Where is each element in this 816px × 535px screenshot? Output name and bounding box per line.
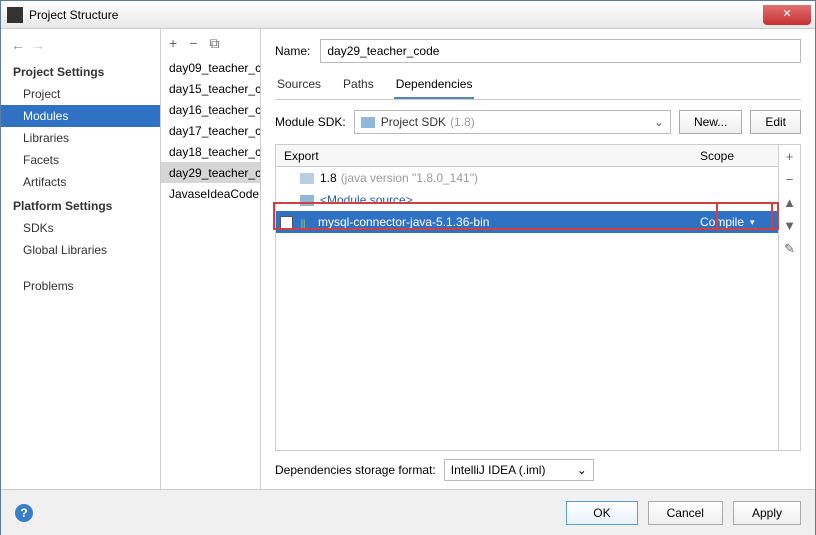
nav-global-libraries[interactable]: Global Libraries bbox=[1, 239, 160, 261]
scope-value: Compile bbox=[700, 215, 744, 229]
module-item-label: day15_teacher_code bbox=[169, 82, 260, 96]
move-up-icon[interactable]: ▲ bbox=[783, 195, 796, 210]
export-checkbox[interactable] bbox=[280, 216, 293, 229]
copy-module-icon[interactable]: ⧉ bbox=[209, 35, 219, 52]
dep-row-library[interactable]: mysql-connector-java-5.1.36-bin Compile … bbox=[276, 211, 778, 233]
move-down-icon[interactable]: ▼ bbox=[783, 218, 796, 233]
module-sdk-select[interactable]: Project SDK (1.8) ⌄ bbox=[354, 110, 671, 134]
back-arrow-icon[interactable]: ← bbox=[11, 37, 25, 53]
dependencies-table: Export Scope 1.8 (java version "1.8.0_14… bbox=[276, 145, 778, 450]
chevron-down-icon: ⌄ bbox=[654, 115, 664, 129]
close-button[interactable]: ✕ bbox=[763, 5, 811, 25]
nav-project[interactable]: Project bbox=[1, 83, 160, 105]
module-item[interactable]: day18_teacher_code bbox=[161, 141, 260, 162]
module-item-label: JavaseIdeaCodeDen bbox=[169, 187, 260, 201]
dep-row-module-source[interactable]: <Module source> bbox=[276, 189, 778, 211]
left-nav: ← → Project Settings Project Modules Lib… bbox=[1, 29, 161, 489]
folder-icon bbox=[361, 117, 375, 128]
window-title: Project Structure bbox=[29, 8, 763, 22]
help-icon[interactable]: ? bbox=[15, 504, 33, 522]
footer: ? OK Cancel Apply bbox=[1, 489, 815, 535]
dependencies-area: Export Scope 1.8 (java version "1.8.0_14… bbox=[275, 144, 801, 451]
tab-paths[interactable]: Paths bbox=[341, 73, 376, 99]
add-dependency-icon[interactable]: + bbox=[786, 149, 794, 164]
section-project-settings: Project Settings bbox=[1, 59, 160, 83]
module-item[interactable]: day29_teacher_code bbox=[161, 162, 260, 183]
remove-module-icon[interactable]: − bbox=[189, 35, 197, 51]
nav-facets[interactable]: Facets bbox=[1, 149, 160, 171]
storage-value: IntelliJ IDEA (.iml) bbox=[451, 463, 546, 477]
module-name-input[interactable] bbox=[320, 39, 801, 63]
new-sdk-button[interactable]: New... bbox=[679, 110, 742, 134]
titlebar: Project Structure ✕ bbox=[1, 1, 815, 29]
module-detail: Name: Sources Paths Dependencies Module … bbox=[261, 29, 815, 489]
chevron-down-icon: ⌄ bbox=[577, 463, 587, 477]
module-item[interactable]: JavaseIdeaCodeDen bbox=[161, 183, 260, 204]
ok-button[interactable]: OK bbox=[566, 501, 637, 525]
module-list-column: + − ⧉ day09_teacher_code day15_teacher_co… bbox=[161, 29, 261, 489]
forward-arrow-icon: → bbox=[31, 37, 45, 53]
app-icon bbox=[7, 7, 23, 23]
sdk-hint: (1.8) bbox=[450, 115, 475, 129]
edit-dependency-icon[interactable]: ✎ bbox=[784, 241, 795, 257]
apply-button[interactable]: Apply bbox=[733, 501, 801, 525]
content: ← → Project Settings Project Modules Lib… bbox=[1, 29, 815, 489]
sdk-value: Project SDK bbox=[381, 115, 446, 129]
remove-dependency-icon[interactable]: − bbox=[786, 172, 794, 187]
name-label: Name: bbox=[275, 44, 310, 58]
module-item[interactable]: day17_teacher_code bbox=[161, 120, 260, 141]
tab-dependencies[interactable]: Dependencies bbox=[394, 73, 475, 99]
jdk-hint: (java version "1.8.0_141") bbox=[341, 171, 478, 185]
module-item[interactable]: day16_teacher_code bbox=[161, 99, 260, 120]
library-name: mysql-connector-java-5.1.36-bin bbox=[318, 215, 489, 229]
dep-row-jdk[interactable]: 1.8 (java version "1.8.0_141") bbox=[276, 167, 778, 189]
module-item[interactable]: day09_teacher_code bbox=[161, 57, 260, 78]
cancel-button[interactable]: Cancel bbox=[648, 501, 723, 525]
module-item-label: day29_teacher_code bbox=[169, 166, 260, 180]
storage-label: Dependencies storage format: bbox=[275, 463, 436, 477]
nav-libraries[interactable]: Libraries bbox=[1, 127, 160, 149]
nav-problems[interactable]: Problems bbox=[1, 275, 160, 297]
module-item-label: day16_teacher_code bbox=[169, 103, 260, 117]
module-list: day09_teacher_code day15_teacher_code day1… bbox=[161, 57, 260, 489]
nav-sdks[interactable]: SDKs bbox=[1, 217, 160, 239]
tab-sources[interactable]: Sources bbox=[275, 73, 323, 99]
scope-select[interactable]: Compile ▾ bbox=[700, 215, 778, 229]
module-source-label: <Module source> bbox=[320, 193, 413, 207]
edit-sdk-button[interactable]: Edit bbox=[750, 110, 801, 134]
jdk-label: 1.8 bbox=[320, 171, 337, 185]
scope-header: Scope bbox=[700, 149, 778, 163]
nav-artifacts[interactable]: Artifacts bbox=[1, 171, 160, 193]
dependency-toolbar: + − ▲ ▼ ✎ bbox=[778, 145, 800, 450]
nav-modules[interactable]: Modules bbox=[1, 105, 160, 127]
folder-icon bbox=[300, 173, 314, 184]
module-item[interactable]: day15_teacher_code bbox=[161, 78, 260, 99]
add-module-icon[interactable]: + bbox=[169, 35, 177, 51]
chevron-down-icon: ▾ bbox=[750, 217, 755, 228]
module-item-label: day18_teacher_code bbox=[169, 145, 260, 159]
module-item-label: day09_teacher_code bbox=[169, 61, 260, 75]
export-header: Export bbox=[276, 149, 332, 163]
module-sdk-label: Module SDK: bbox=[275, 115, 346, 129]
section-platform-settings: Platform Settings bbox=[1, 193, 160, 217]
library-icon bbox=[300, 216, 312, 228]
storage-format-select[interactable]: IntelliJ IDEA (.iml) ⌄ bbox=[444, 459, 594, 481]
folder-icon bbox=[300, 195, 314, 206]
module-item-label: day17_teacher_code bbox=[169, 124, 260, 138]
